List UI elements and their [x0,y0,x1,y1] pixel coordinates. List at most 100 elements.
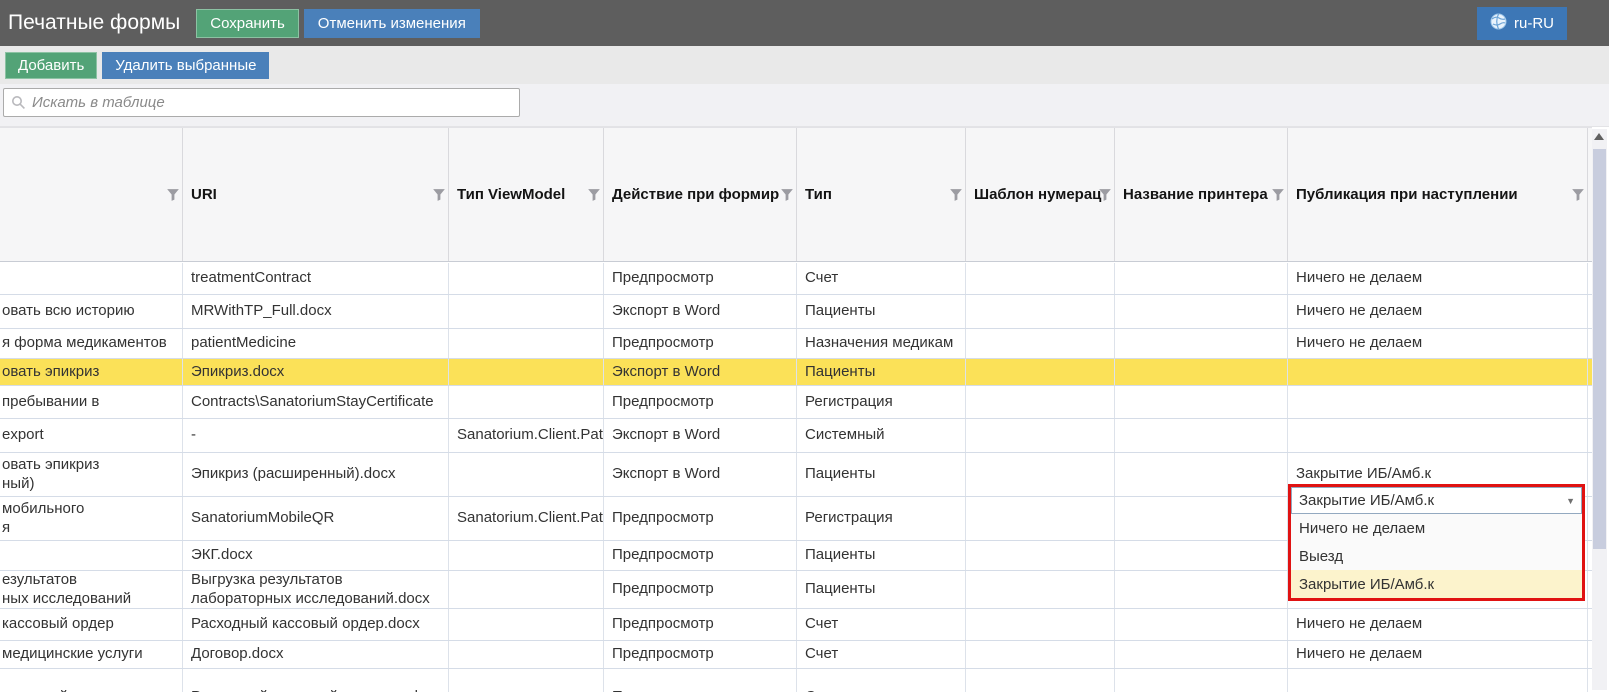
cell-number-template[interactable] [966,359,1115,385]
table-row[interactable]: treatmentContractПредпросмотрСчетНичего … [0,263,1592,295]
cell-viewmodel[interactable] [449,386,604,418]
cell-number-template[interactable] [966,497,1115,540]
column-header-printer[interactable]: Название принтера [1115,128,1288,261]
publication-select[interactable]: Закрытие ИБ/Амб.к ▼ [1291,487,1582,514]
cell-name[interactable]: я форма медикаментов [0,329,183,358]
cell-number-template[interactable] [966,609,1115,640]
cell-viewmodel[interactable] [449,295,604,328]
column-header-type[interactable]: Тип [797,128,966,261]
cell-action[interactable]: Предпросмотр [604,497,797,540]
cell-name[interactable] [0,263,183,294]
cancel-changes-button[interactable]: Отменить изменения [304,9,480,38]
cell-uri[interactable]: Расходный кассовый документ.docx [183,669,449,692]
table-row[interactable]: овать всю историюMRWithTP_Full.docx Экспо… [0,295,1592,329]
cell-type[interactable]: Счет [797,263,966,294]
publication-option[interactable]: Закрытие ИБ/Амб.к [1291,570,1582,598]
cell-name[interactable]: овать эпикриз [0,359,183,385]
cell-uri[interactable]: - [183,419,449,452]
filter-icon[interactable] [1571,188,1585,202]
publication-option[interactable]: Выезд [1291,542,1582,570]
cell-uri[interactable]: Договор.docx [183,641,449,668]
cell-publication[interactable]: Ничего не делаем [1288,609,1588,640]
cell-action[interactable]: Экспорт в Word [604,359,797,385]
cell-name[interactable]: пребывании в [0,386,183,418]
cell-name[interactable]: кассовый ордер [0,609,183,640]
locale-button[interactable]: ru-RU [1477,7,1567,40]
cell-type[interactable]: Пациенты [797,295,966,328]
cell-number-template[interactable] [966,453,1115,496]
cell-uri[interactable]: Contracts\SanatoriumStayCertificate [183,386,449,418]
cell-name[interactable]: езультатов ных исследований [0,571,183,608]
cell-name[interactable]: медицинские услуги [0,641,183,668]
cell-viewmodel[interactable] [449,669,604,692]
cell-printer[interactable] [1115,329,1288,358]
cell-type[interactable]: Пациенты [797,453,966,496]
cell-printer[interactable] [1115,571,1288,608]
cell-publication[interactable]: Ничего не делаем [1288,329,1588,358]
cell-name[interactable] [0,541,183,570]
cell-printer[interactable] [1115,641,1288,668]
cell-action[interactable]: Предпросмотр [604,609,797,640]
cell-name[interactable]: кассовый документ [0,669,183,692]
cell-printer[interactable] [1115,497,1288,540]
cell-name[interactable]: овать всю историю [0,295,183,328]
cell-number-template[interactable] [966,571,1115,608]
cell-action[interactable]: Предпросмотр [604,669,797,692]
cell-action[interactable]: Предпросмотр [604,541,797,570]
table-row[interactable]: я форма медикаментовpatientMedicine Предп… [0,329,1592,359]
cell-action[interactable]: Предпросмотр [604,329,797,358]
cell-type[interactable]: Пациенты [797,571,966,608]
cell-printer[interactable] [1115,295,1288,328]
table-row[interactable]: кассовый документРасходный кассовый доку… [0,669,1592,692]
cell-number-template[interactable] [966,669,1115,692]
cell-publication[interactable]: Ничего не делаем [1288,263,1588,294]
cell-action[interactable]: Предпросмотр [604,386,797,418]
cell-viewmodel[interactable] [449,609,604,640]
column-header-publication[interactable]: Публикация при наступлении [1288,128,1588,261]
table-row[interactable]: пребывании вContracts\SanatoriumStayCert… [0,386,1592,419]
cell-type[interactable]: Пациенты [797,359,966,385]
cell-name[interactable]: овать эпикриз ный) [0,453,183,496]
cell-printer[interactable] [1115,453,1288,496]
delete-selected-button[interactable]: Удалить выбранные [102,52,269,79]
cell-uri[interactable]: patientMedicine [183,329,449,358]
cell-action[interactable]: Экспорт в Word [604,419,797,452]
search-input[interactable] [32,89,519,116]
cell-type[interactable]: Счет [797,641,966,668]
cell-number-template[interactable] [966,419,1115,452]
column-header-uri[interactable]: URI [183,128,449,261]
cell-number-template[interactable] [966,263,1115,294]
cell-uri[interactable]: treatmentContract [183,263,449,294]
cell-printer[interactable] [1115,263,1288,294]
cell-viewmodel[interactable] [449,541,604,570]
cell-action[interactable]: Предпросмотр [604,641,797,668]
table-row[interactable]: кассовый ордерРасходный кассовый ордер.d… [0,609,1592,641]
cell-printer[interactable] [1115,609,1288,640]
cell-uri[interactable]: MRWithTP_Full.docx [183,295,449,328]
column-header-action[interactable]: Действие при формир [604,128,797,261]
cell-type[interactable]: Счет [797,669,966,692]
cell-number-template[interactable] [966,295,1115,328]
cell-name[interactable]: мобильного я [0,497,183,540]
cell-type[interactable]: Назначения медикам [797,329,966,358]
filter-icon[interactable] [1271,188,1285,202]
cell-action[interactable]: Экспорт в Word [604,295,797,328]
cell-name[interactable]: export [0,419,183,452]
filter-icon[interactable] [949,188,963,202]
cell-number-template[interactable] [966,386,1115,418]
filter-icon[interactable] [1098,188,1112,202]
column-header-viewmodel[interactable]: Тип ViewModel [449,128,604,261]
scrollbar-thumb[interactable] [1593,149,1606,549]
vertical-scrollbar[interactable] [1592,129,1607,690]
cell-uri[interactable]: Выгрузка результатов лабораторных исслед… [183,571,449,608]
cell-viewmodel[interactable]: Sanatorium.Client.Pat [449,419,604,452]
cell-publication[interactable] [1288,669,1588,692]
cell-uri[interactable]: Расходный кассовый ордер.docx [183,609,449,640]
cell-publication[interactable]: Ничего не делаем [1288,641,1588,668]
cell-uri[interactable]: SanatoriumMobileQR [183,497,449,540]
cell-viewmodel[interactable] [449,329,604,358]
cell-printer[interactable] [1115,419,1288,452]
cell-type[interactable]: Пациенты [797,541,966,570]
table-row[interactable]: медицинские услугиДоговор.docx Предпросмо… [0,641,1592,669]
cell-printer[interactable] [1115,386,1288,418]
